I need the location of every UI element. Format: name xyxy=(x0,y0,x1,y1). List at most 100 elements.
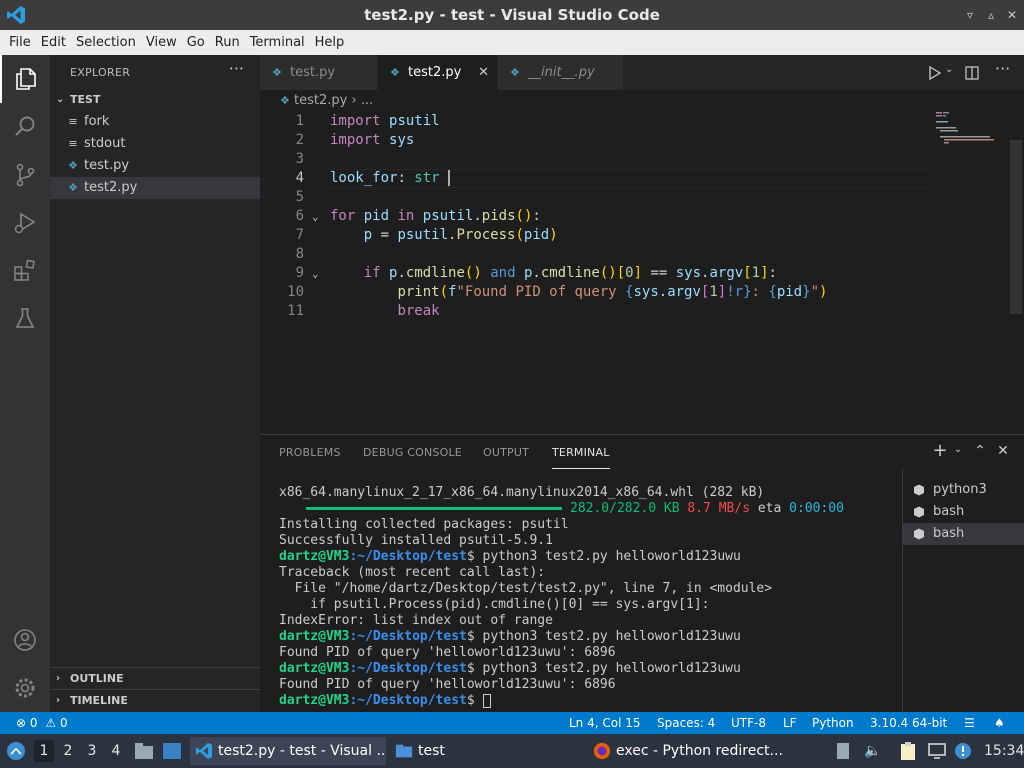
extensions-icon[interactable] xyxy=(0,247,50,295)
file-item-test-py[interactable]: ❖ test.py xyxy=(50,155,260,177)
timeline-label: TIMELINE xyxy=(70,694,128,707)
fold-chevron-icon[interactable]: ⌄ xyxy=(312,207,319,226)
workspace-4[interactable]: 4 xyxy=(106,740,126,762)
python-interpreter[interactable]: 3.10.4 64-bit xyxy=(870,712,947,734)
close-tab-icon[interactable]: ✕ xyxy=(478,55,489,90)
close-window-icon[interactable]: ✕ xyxy=(1004,7,1020,23)
minimize-icon[interactable]: ▿ xyxy=(962,7,978,23)
taskbar-window-firefox[interactable]: exec - Python redirect... xyxy=(588,737,788,765)
terminal-item-bash-active[interactable]: bash xyxy=(903,523,1024,545)
breadcrumb: ❖ test2.py › ... xyxy=(260,90,940,112)
tab-init-py[interactable]: ❖ __init__.py xyxy=(498,55,624,90)
file-item-test2-py[interactable]: ❖ test2.py xyxy=(50,177,260,199)
clipboard-icon[interactable] xyxy=(900,734,916,768)
tab-problems[interactable]: PROBLEMS xyxy=(279,445,341,469)
folder-header-test[interactable]: ⌄ TEST xyxy=(50,89,260,111)
split-editor-icon[interactable] xyxy=(965,66,979,80)
accounts-icon[interactable] xyxy=(0,616,50,664)
fold-chevron-icon[interactable]: ⌄ xyxy=(312,264,319,283)
desktop-icon[interactable] xyxy=(162,742,182,760)
run-dropdown-icon[interactable]: ⌄ xyxy=(945,64,953,75)
notifications-bell-icon[interactable]: ♠ xyxy=(994,712,1005,734)
menu-view[interactable]: View xyxy=(141,35,182,50)
explorer-title: EXPLORER xyxy=(70,66,131,79)
outline-section[interactable]: › OUTLINE xyxy=(50,667,260,689)
file-item-stdout[interactable]: ≡ stdout xyxy=(50,133,260,155)
line-ending[interactable]: LF xyxy=(783,712,797,734)
search-icon[interactable] xyxy=(0,103,50,151)
display-icon[interactable] xyxy=(928,734,946,768)
menu-go[interactable]: Go xyxy=(182,35,210,50)
maximize-icon[interactable]: ▵ xyxy=(983,7,999,23)
run-play-icon[interactable] xyxy=(928,66,942,80)
explorer-icon[interactable] xyxy=(0,55,50,103)
clock[interactable]: 15:34 xyxy=(984,734,1024,768)
menu-file[interactable]: File xyxy=(4,35,36,50)
tab-debug-console[interactable]: DEBUG CONSOLE xyxy=(363,445,462,469)
testing-flask-icon[interactable] xyxy=(0,295,50,343)
source-control-icon[interactable] xyxy=(0,151,50,199)
run-debug-icon[interactable] xyxy=(0,199,50,247)
code-line: print(f"Found PID of query {sys.argv[1]!… xyxy=(397,284,828,300)
line-number: 3 xyxy=(295,151,304,167)
minimap[interactable] xyxy=(936,112,1008,172)
bottom-panel: PROBLEMS DEBUG CONSOLE OUTPUT TERMINAL +… xyxy=(260,434,1024,713)
settings-gear-icon[interactable] xyxy=(0,664,50,712)
workspace-1[interactable]: 1 xyxy=(34,740,54,762)
problems-status[interactable]: ⊗ 0 ⚠ 0 xyxy=(16,712,68,734)
outline-label: OUTLINE xyxy=(70,672,124,685)
code-line: import psutil xyxy=(330,113,440,129)
taskbar: 1 2 3 4 test2.py - test - Visual ... tes… xyxy=(0,734,1024,768)
text-cursor xyxy=(448,170,451,186)
menu-selection[interactable]: Selection xyxy=(71,35,141,50)
tab-terminal[interactable]: TERMINAL xyxy=(552,445,610,469)
language-mode[interactable]: Python xyxy=(812,712,854,734)
taskbar-window-vscode[interactable]: test2.py - test - Visual ... xyxy=(190,737,386,765)
menu-terminal[interactable]: Terminal xyxy=(245,35,310,50)
cursor-position[interactable]: Ln 4, Col 15 xyxy=(569,712,641,734)
more-actions-icon[interactable]: ··· xyxy=(995,59,1010,78)
tab-test-py[interactable]: ❖ test.py xyxy=(260,55,378,90)
timeline-section[interactable]: › TIMELINE xyxy=(50,689,260,711)
workspace-2[interactable]: 2 xyxy=(58,740,78,762)
editor-scrollbar[interactable] xyxy=(1010,140,1022,314)
workspace-3[interactable]: 3 xyxy=(82,740,102,762)
python-icon: ❖ xyxy=(272,66,282,79)
breadcrumb-file[interactable]: test2.py xyxy=(294,93,347,108)
terminal-line: IndexError: list index out of range xyxy=(279,613,553,628)
menu-help[interactable]: Help xyxy=(310,35,350,50)
breadcrumb-rest[interactable]: › ... xyxy=(351,93,373,108)
terminal-item-python3[interactable]: python3 xyxy=(903,479,1024,501)
warning-icon: ⚠ xyxy=(45,716,57,730)
taskbar-window-folder[interactable]: test xyxy=(390,737,510,765)
line-number: 4 xyxy=(295,170,304,186)
file-manager-icon[interactable] xyxy=(134,742,154,760)
update-notifier-icon[interactable] xyxy=(954,734,972,768)
feedback-icon[interactable]: ☰ xyxy=(964,712,975,734)
menu-run[interactable]: Run xyxy=(210,35,245,50)
encoding[interactable]: UTF-8 xyxy=(731,712,766,734)
new-terminal-plus-icon[interactable]: + xyxy=(932,440,948,461)
menu-edit[interactable]: Edit xyxy=(36,35,71,50)
terminal-item-bash[interactable]: bash xyxy=(903,501,1024,523)
scroll-icon[interactable] xyxy=(836,734,852,768)
more-actions-icon[interactable]: ··· xyxy=(229,59,244,78)
maximize-panel-icon[interactable]: ⌃ xyxy=(972,443,988,459)
terminal-icon xyxy=(914,484,924,496)
line-number: 7 xyxy=(295,227,304,243)
line-number: 11 xyxy=(287,303,304,319)
status-bar: ⊗ 0 ⚠ 0 Ln 4, Col 15 Spaces: 4 UTF-8 LF … xyxy=(0,712,1024,734)
tab-test2-py[interactable]: ❖ test2.py ✕ xyxy=(378,55,498,90)
lines-icon: ≡ xyxy=(68,137,78,150)
tab-output[interactable]: OUTPUT xyxy=(483,445,529,469)
line-number: 5 xyxy=(295,189,304,205)
terminal-dropdown-icon[interactable]: ⌄ xyxy=(950,444,966,455)
start-menu-icon[interactable] xyxy=(6,741,26,761)
close-panel-icon[interactable]: ✕ xyxy=(995,443,1011,459)
file-item-fork[interactable]: ≡ fork xyxy=(50,111,260,133)
terminal-output[interactable]: x86_64.manylinux_2_17_x86_64.manylinux20… xyxy=(279,485,899,709)
indentation[interactable]: Spaces: 4 xyxy=(657,712,715,734)
code-editor[interactable]: 1 2 3 4 5 6 7 8 9 10 11 ⌄ ⌄ import psuti… xyxy=(260,112,1024,434)
volume-icon[interactable]: 🔈 xyxy=(864,734,881,768)
tab-label: test2.py xyxy=(408,65,462,80)
